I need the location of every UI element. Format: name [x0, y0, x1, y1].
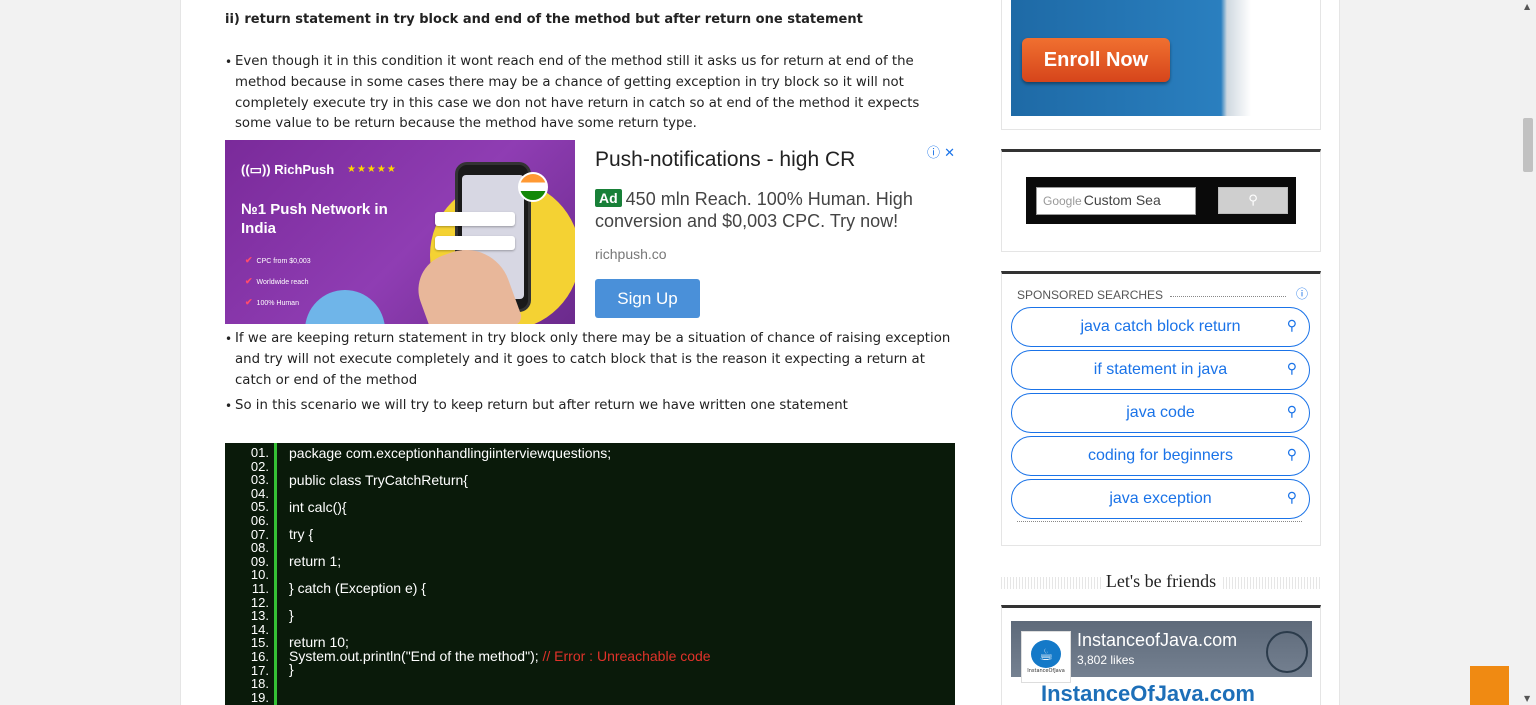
ad-brand-logo: ((▭)) RichPush [241, 162, 335, 177]
sponsored-link[interactable]: coding for beginners ⚲ [1011, 436, 1310, 476]
line-number: 06. [250, 513, 269, 528]
line-number: 13. [250, 608, 269, 624]
line-number: 09. [250, 553, 269, 569]
logo-caption: InstanceOfJava [1027, 668, 1065, 674]
bullet-item: Even though it in this condition it wont… [225, 52, 957, 135]
line-number: 10. [250, 567, 269, 583]
ad-title[interactable]: Push-notifications - high CR [595, 148, 855, 172]
scroll-up-arrow-icon[interactable]: ▲ [1524, 2, 1530, 11]
error-comment: // Error : Unreachable code [542, 648, 711, 664]
search-widget: Google Custom Sea ⚲ [1001, 149, 1321, 252]
line-number: 07. [250, 526, 269, 542]
page-scrollbar[interactable]: ▲ ▼ [1520, 0, 1536, 705]
check-icon: ✔ [245, 276, 253, 286]
code-block: 01. 02. 03. 04. 05. 06. 07. 08. 09. 10. … [225, 443, 955, 705]
facebook-page-widget: InstanceOfJava.com ☕ InstanceOfJava Inst… [1001, 605, 1321, 705]
search-input[interactable]: Google Custom Sea [1036, 187, 1196, 215]
line-number: 03. [250, 472, 269, 488]
facebook-page-cover[interactable]: InstanceOfJava.com ☕ InstanceOfJava Inst… [1011, 621, 1312, 705]
friends-section-header: Let's be friends [1001, 571, 1321, 597]
google-watermark: Google [1043, 194, 1082, 208]
page-container: ii) return statement in try block and en… [180, 0, 1340, 705]
line-number: 14. [250, 621, 269, 637]
friends-title: Let's be friends [1101, 571, 1221, 592]
code-line: int calc(){ [289, 499, 347, 515]
line-number: 18. [250, 676, 269, 692]
back-to-top-button[interactable] [1470, 666, 1509, 705]
code-line: try { [289, 526, 314, 542]
line-number: 04. [250, 485, 269, 501]
info-icon[interactable]: ⓘ [1296, 285, 1308, 302]
line-number: 05. [250, 499, 269, 515]
enroll-banner-image[interactable]: Enroll Now [1011, 0, 1311, 116]
facebook-page-name[interactable]: InstanceofJava.com [1077, 630, 1237, 651]
search-icon: ⚲ [1286, 360, 1297, 376]
section-heading: ii) return statement in try block and en… [225, 12, 863, 27]
sponsored-link[interactable]: java catch block return ⚲ [1011, 307, 1310, 347]
seal-logo [1266, 631, 1308, 673]
line-number: 08. [250, 540, 269, 556]
code-line: return 1; [289, 553, 342, 569]
ad-url[interactable]: richpush.co [595, 246, 667, 262]
bell-icon: ((▭)) [241, 162, 271, 177]
line-number-gutter: 01. 02. 03. 04. 05. 06. 07. 08. 09. 10. … [225, 443, 277, 705]
ad-feature: ✔ 100% Human [245, 297, 299, 307]
india-flag-icon [518, 172, 548, 202]
search-icon: ⚲ [1286, 489, 1297, 505]
check-icon: ✔ [245, 297, 253, 307]
code-line: } catch (Exception e) { [289, 580, 426, 596]
bullet-item: If we are keeping return statement in tr… [225, 329, 957, 391]
search-icon: ⚲ [1286, 446, 1297, 462]
enroll-widget: Enroll Now [1001, 0, 1321, 130]
custom-search-bar: Google Custom Sea ⚲ [1026, 177, 1296, 224]
check-icon: ✔ [245, 255, 253, 265]
scroll-down-arrow-icon[interactable]: ▼ [1524, 694, 1530, 703]
search-button[interactable]: ⚲ [1218, 187, 1288, 214]
line-number: 01. [250, 445, 269, 460]
divider [1170, 296, 1286, 297]
bullet-item: So in this scenario we will try to keep … [225, 396, 957, 417]
page-logo[interactable]: ☕ InstanceOfJava [1021, 631, 1071, 683]
divider [1017, 521, 1302, 522]
code-line: public class TryCatchReturn{ [289, 472, 468, 488]
enroll-now-button[interactable]: Enroll Now [1022, 38, 1170, 82]
sponsored-searches-widget: SPONSORED SEARCHES ⓘ java catch block re… [1001, 271, 1321, 546]
ad-choices-close-icon[interactable]: ⓘ ✕ [927, 142, 955, 161]
notification-card [435, 212, 515, 226]
ad-image[interactable]: ((▭)) RichPush ★★★★★ №1 Push Network in … [225, 140, 575, 324]
scroll-thumb[interactable] [1523, 118, 1533, 172]
facebook-likes-count: 3,802 likes [1077, 653, 1135, 667]
sign-up-button[interactable]: Sign Up [595, 279, 700, 318]
line-number: 12. [250, 594, 269, 610]
line-number: 17. [250, 662, 269, 678]
line-number: 16. [250, 649, 269, 664]
code-line: } [289, 607, 294, 623]
ad-badge: Ad [595, 189, 622, 207]
line-number: 11. [251, 581, 269, 596]
ad-feature: ✔ CPC from $0,003 [245, 255, 311, 265]
ad-decor-circle [305, 290, 385, 324]
line-number: 19. [250, 689, 269, 705]
cover-banner-text: InstanceOfJava.com [1041, 681, 1255, 705]
sponsored-title: SPONSORED SEARCHES [1017, 288, 1164, 302]
ad-image-headline: №1 Push Network in India [241, 201, 388, 237]
line-number: 15. [250, 635, 269, 651]
code-line: package com.exceptionhandlingiinterviewq… [289, 445, 612, 461]
sponsored-link[interactable]: java code ⚲ [1011, 393, 1310, 433]
notification-card [435, 236, 515, 250]
code-line: } [289, 661, 294, 677]
java-cup-icon: ☕ [1031, 640, 1061, 668]
inline-advertisement[interactable]: ((▭)) RichPush ★★★★★ №1 Push Network in … [225, 140, 957, 324]
rating-stars: ★★★★★ [347, 164, 397, 175]
search-icon: ⚲ [1248, 193, 1258, 208]
code-line: System.out.println("End of the method");… [289, 648, 711, 664]
line-number: 02. [250, 458, 269, 474]
ad-description: Ad 450 mln Reach. 100% Human. High conver… [595, 189, 913, 231]
sponsored-link[interactable]: if statement in java ⚲ [1011, 350, 1310, 390]
search-icon: ⚲ [1286, 317, 1297, 333]
search-icon: ⚲ [1286, 403, 1297, 419]
ad-feature: ✔ Worldwide reach [245, 276, 309, 286]
sponsored-link[interactable]: java exception ⚲ [1011, 479, 1310, 519]
